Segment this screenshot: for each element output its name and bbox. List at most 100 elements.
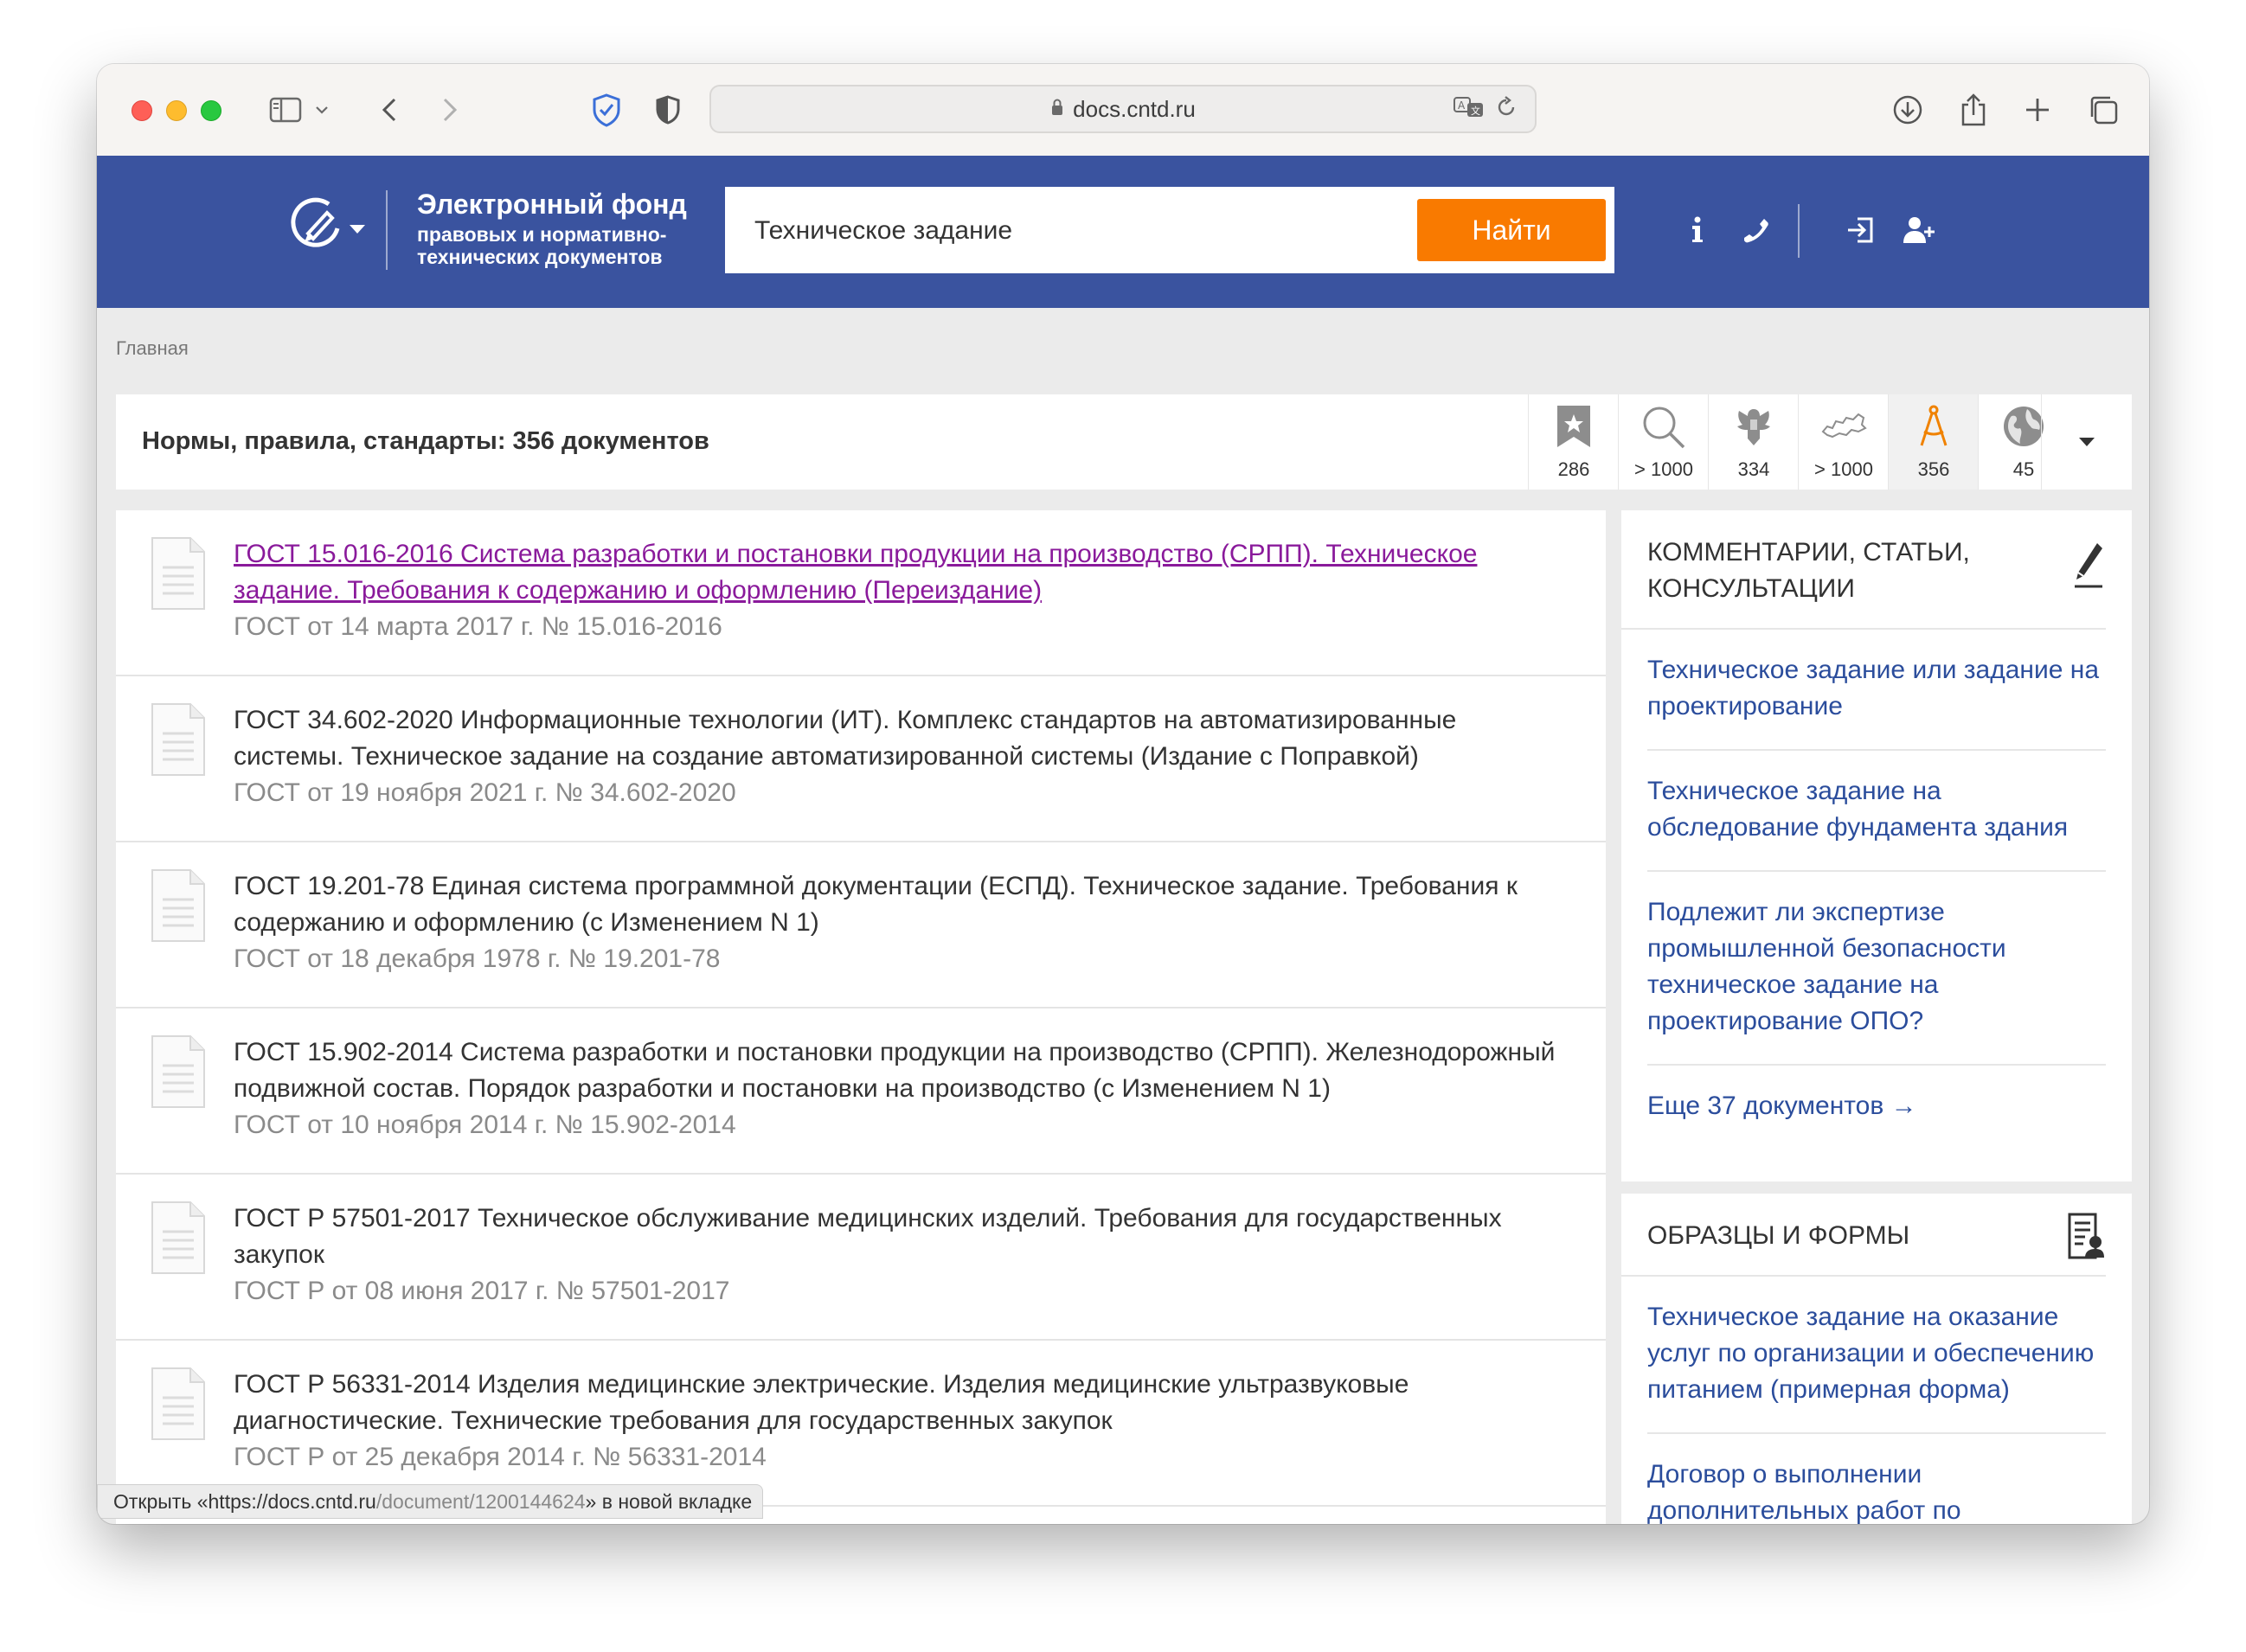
document-icon [151, 536, 206, 615]
document-meta: ГОСТ от 18 декабря 1978 г. № 19.201-78 [234, 944, 721, 973]
status-suffix: » в новой вкладке [585, 1490, 753, 1513]
list-item[interactable]: ГОСТ 34.602-2020 Информационные технолог… [116, 676, 1606, 842]
results-list: ГОСТ 15.016-2016 Система разработки и по… [116, 510, 1606, 1524]
document-icon [151, 1201, 206, 1279]
list-item[interactable]: ГОСТ 15.016-2016 Система разработки и по… [116, 510, 1606, 676]
sidebar-form-link[interactable]: Договор о выполнении дополнительных рабо… [1647, 1434, 2106, 1524]
sidebar-toggle-icon[interactable] [266, 90, 305, 130]
filter-standards[interactable]: 356 [1888, 394, 1979, 490]
forward-button[interactable] [433, 90, 467, 130]
list-item[interactable]: ГОСТ Р 56331-2014 Изделия медицинские эл… [116, 1341, 1606, 1507]
document-icon [151, 1034, 206, 1113]
back-button[interactable] [372, 90, 407, 130]
filter-count: > 1000 [1814, 458, 1873, 480]
filter-federal[interactable]: 334 [1708, 394, 1799, 490]
pen-icon [2071, 541, 2106, 594]
sidebar-form-link[interactable]: Техническое задание на оказание услуг по… [1647, 1277, 2106, 1434]
filter-count: 356 [1917, 458, 1950, 480]
search-input[interactable] [753, 187, 1396, 275]
sidebar-forms-header: ОБРАЗЦЫ И ФОРМЫ [1621, 1194, 2106, 1277]
breadcrumb[interactable]: Главная [116, 337, 189, 360]
bookmark-star-icon [1554, 403, 1594, 450]
site-subtitle-line-2: технических документов [417, 246, 663, 268]
translate-icon[interactable]: A文 [1453, 95, 1485, 125]
document-link[interactable]: ГОСТ 34.602-2020 Информационные технолог… [234, 702, 1571, 775]
sidebar-comment-link[interactable]: Техническое задание на обследование фунд… [1647, 751, 2106, 872]
russia-emblem-icon [1732, 403, 1775, 450]
sidebar-more-link[interactable]: Еще 37 документов → [1647, 1066, 2106, 1147]
status-path: /document/1200144624 [375, 1490, 586, 1513]
tab-overview-icon[interactable] [2083, 90, 2123, 130]
site-subtitle: правовых и нормативно- технических докум… [417, 223, 666, 268]
document-meta: ГОСТ от 19 ноября 2021 г. № 34.602-2020 [234, 778, 736, 807]
svg-text:A: A [1458, 99, 1466, 112]
sidebar-forms-title: ОБРАЗЦЫ И ФОРМЫ [1647, 1221, 1910, 1250]
globe-icon [2001, 403, 2046, 450]
browser-window: docs.cntd.ru A文 Электронный фонд правовы… [97, 64, 2149, 1524]
downloads-icon[interactable] [1888, 90, 1928, 130]
document-meta: ГОСТ от 14 марта 2017 г. № 15.016-2016 [234, 612, 722, 641]
russia-map-icon [1820, 403, 1867, 450]
filter-count: 45 [2012, 458, 2035, 480]
share-icon[interactable] [1954, 90, 1993, 130]
document-link[interactable]: ГОСТ 15.016-2016 Система разработки и по… [234, 536, 1571, 609]
document-meta: ГОСТ Р от 08 июня 2017 г. № 57501-2017 [234, 1277, 730, 1305]
site-title[interactable]: Электронный фонд [417, 189, 687, 220]
sidebar-comments-title: КОММЕНТАРИИ, СТАТЬИ, КОНСУЛЬТАЦИИ [1647, 538, 1970, 603]
document-link[interactable]: ГОСТ Р 57501-2017 Техническое обслуживан… [234, 1201, 1571, 1273]
chevron-down-icon[interactable] [311, 90, 332, 130]
filter-count: 334 [1737, 458, 1770, 480]
document-meta: ГОСТ от 10 ноября 2014 г. № 15.902-2014 [234, 1111, 736, 1139]
results-summary-title: Нормы, правила, стандарты: 356 документо… [142, 427, 709, 455]
sidebar-comment-link[interactable]: Техническое задание или задание на проек… [1647, 630, 2106, 751]
document-link[interactable]: ГОСТ 19.201-78 Единая система программно… [234, 868, 1571, 941]
logo-icon[interactable] [289, 195, 344, 251]
summary-bar: Нормы, правила, стандарты: 356 документо… [116, 394, 2132, 490]
reload-icon[interactable] [1495, 95, 1518, 125]
site-subtitle-line-1: правовых и нормативно- [417, 223, 667, 246]
logo-menu-caret-icon[interactable] [350, 225, 365, 234]
magnifier-icon [1640, 403, 1687, 450]
list-item[interactable]: ГОСТ 15.902-2014 Система разработки и по… [116, 1008, 1606, 1175]
browser-toolbar: docs.cntd.ru A文 [97, 64, 2149, 157]
register-user-icon[interactable] [1898, 209, 1940, 251]
minimize-window-button[interactable] [166, 100, 187, 121]
sidebar-comments-panel: КОММЕНТАРИИ, СТАТЬИ, КОНСУЛЬТАЦИИ Технич… [1621, 510, 2132, 1181]
form-document-icon [2066, 1213, 2106, 1264]
site-header: Электронный фонд правовых и нормативно- … [97, 156, 2149, 308]
filter-search[interactable]: > 1000 [1618, 394, 1709, 490]
status-prefix: Открыть «https://docs.cntd.ru [113, 1490, 376, 1513]
sidebar-comment-link[interactable]: Подлежит ли экспертизе промышленной безо… [1647, 872, 2106, 1066]
search-box: Найти [725, 187, 1614, 275]
zoom-window-button[interactable] [201, 100, 221, 121]
document-icon [151, 1367, 206, 1445]
privacy-shield-icon[interactable] [587, 90, 626, 130]
sidebar-forms-panel: ОБРАЗЦЫ И ФОРМЫ Техническое задание на о… [1621, 1194, 2132, 1524]
close-window-button[interactable] [132, 100, 152, 121]
compass-icon [1916, 403, 1951, 450]
document-link[interactable]: ГОСТ Р 56331-2014 Изделия медицинские эл… [234, 1367, 1571, 1439]
url-text: docs.cntd.ru [1073, 95, 1196, 122]
document-meta: ГОСТ Р от 25 декабря 2014 г. № 56331-201… [234, 1443, 767, 1471]
filter-regional[interactable]: > 1000 [1798, 394, 1889, 490]
chevron-down-icon [2079, 438, 2095, 446]
login-icon[interactable] [1839, 209, 1881, 251]
document-link[interactable]: ГОСТ 15.902-2014 Система разработки и по… [234, 1034, 1571, 1107]
filter-bookmarks[interactable]: 286 [1528, 394, 1619, 490]
filter-more-dropdown[interactable] [2041, 394, 2132, 490]
document-icon [151, 702, 206, 781]
list-item[interactable]: ГОСТ Р 57501-2017 Техническое обслуживан… [116, 1175, 1606, 1341]
new-tab-icon[interactable] [2018, 90, 2057, 130]
info-icon[interactable] [1677, 209, 1718, 251]
filter-count: 286 [1557, 458, 1590, 480]
sidebar-comments-header: КОММЕНТАРИИ, СТАТЬИ, КОНСУЛЬТАЦИИ [1621, 510, 2106, 630]
filter-count: > 1000 [1634, 458, 1693, 480]
shield-icon[interactable] [651, 90, 685, 130]
svg-text:文: 文 [1471, 105, 1480, 117]
list-item[interactable]: ГОСТ 19.201-78 Единая система программно… [116, 842, 1606, 1008]
address-bar[interactable]: docs.cntd.ru A文 [709, 85, 1537, 133]
search-button[interactable]: Найти [1417, 199, 1606, 261]
link-status-bar: Открыть «https://docs.cntd.ru/document/1… [97, 1484, 764, 1519]
phone-icon[interactable] [1736, 209, 1777, 251]
document-icon [151, 868, 206, 947]
